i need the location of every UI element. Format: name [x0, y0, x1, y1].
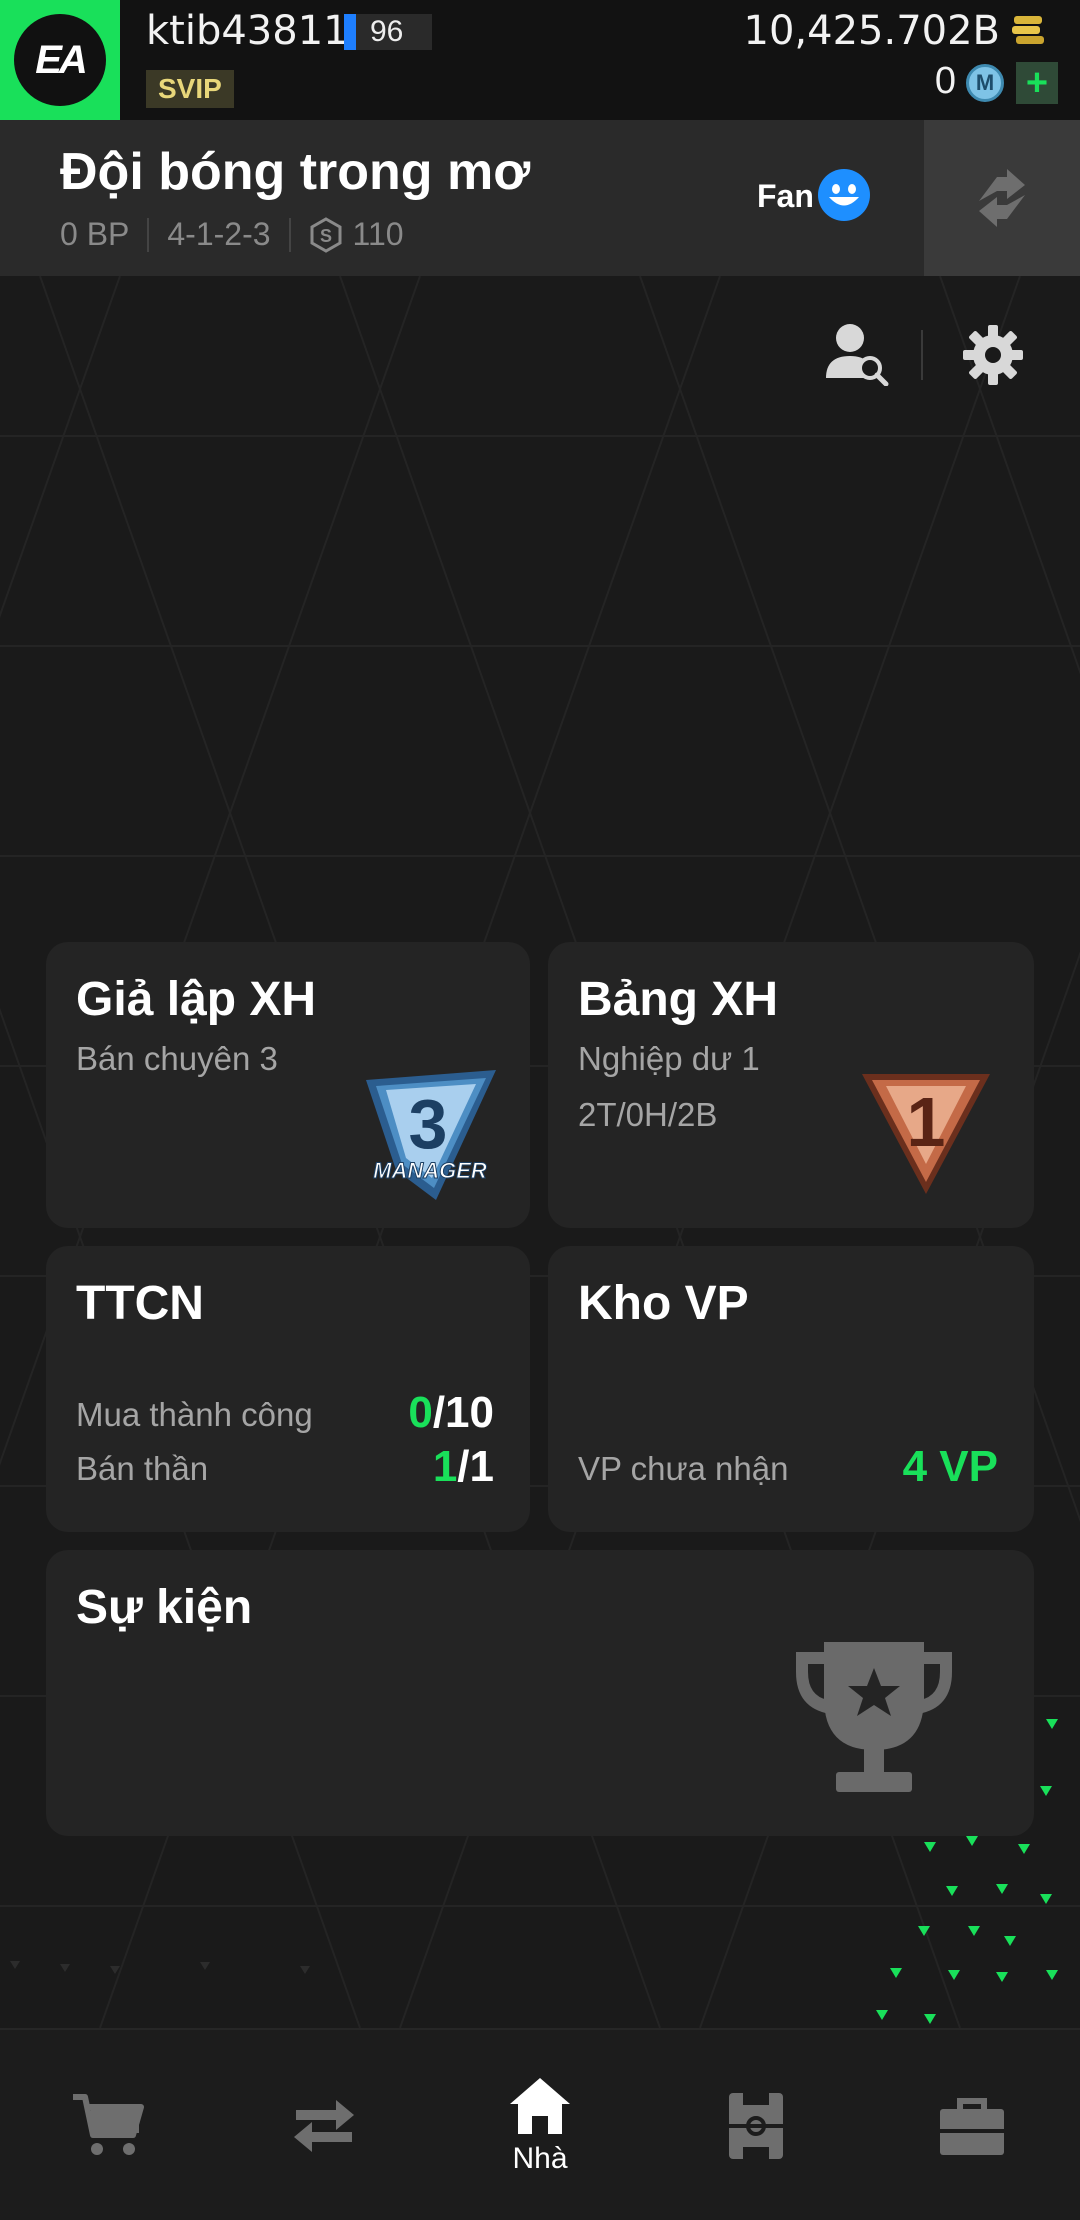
coin-stack-icon [1012, 16, 1044, 44]
match-record: 2T/0H/2B [578, 1096, 718, 1133]
nav-home-label: Nhà [512, 2142, 568, 2175]
sync-button[interactable] [924, 120, 1080, 276]
unclaimed-value: 4 VP [902, 1442, 998, 1491]
home-icon [510, 2078, 570, 2134]
username[interactable]: ktib43811 [146, 8, 349, 54]
team-header[interactable]: Đội bóng trong mơ 0 BP 4-1-2-3 S 110 Fan [0, 120, 1080, 276]
fan-label: Fan [757, 178, 814, 214]
tool-divider [921, 330, 923, 380]
leaderboard-card[interactable]: Bảng XH Nghiệp dư 1 2T/0H/2B 1 [548, 942, 1034, 1228]
nav-bag[interactable] [864, 2030, 1080, 2220]
team-bp: 0 BP [60, 216, 130, 252]
buy-success-value: 0/10 [408, 1388, 494, 1437]
unclaimed-label: VP chưa nhận [578, 1450, 789, 1487]
bottom-nav: Nhà [0, 2028, 1080, 2220]
buy-success-label: Mua thành công [76, 1396, 313, 1433]
smiley-icon[interactable] [817, 168, 871, 222]
pitch-icon [729, 2093, 783, 2159]
mc-balance: 0 [934, 60, 956, 102]
card-title: Giả lập XH [76, 973, 317, 1026]
team-formation: 4-1-2-3 [167, 216, 271, 252]
storage-card[interactable]: Kho VP VP chưa nhận 4 VP [548, 1246, 1034, 1532]
level-number: 96 [370, 15, 404, 48]
manager-rank-badge: 3 MANAGER [366, 1070, 496, 1200]
top-bar: EA ktib43811 96 SVIP 10,425.702B 0 M + [0, 0, 1080, 120]
card-tier: Bán chuyên 3 [76, 1040, 278, 1077]
transfer-icon [294, 2100, 354, 2152]
svg-text:MANAGER: MANAGER [373, 1158, 487, 1183]
add-currency-button[interactable]: + [1016, 62, 1058, 104]
card-title: Kho VP [578, 1277, 749, 1330]
events-card[interactable]: Sự kiện [46, 1550, 1034, 1836]
nav-shop[interactable] [0, 2030, 216, 2220]
card-title: Sự kiện [76, 1581, 253, 1634]
coin-balance: 10,425.702B [743, 8, 1000, 54]
divider [288, 217, 291, 252]
team-score: 110 [352, 216, 404, 252]
svg-text:3: 3 [409, 1085, 448, 1163]
level-bar [344, 14, 356, 50]
mc-coin-icon: M [966, 64, 1004, 102]
svg-text:S: S [320, 226, 332, 246]
card-tier: Nghiệp dư 1 [578, 1040, 760, 1077]
s-badge-icon: S [309, 216, 343, 253]
rank-one-badge: 1 [862, 1074, 990, 1194]
svg-text:1: 1 [907, 1083, 946, 1161]
card-title: Bảng XH [578, 973, 779, 1026]
divider [147, 217, 150, 252]
sync-icon [979, 169, 1025, 227]
sell-value: 1/1 [432, 1442, 494, 1491]
sell-label: Bán thần [76, 1450, 209, 1487]
nav-transfer[interactable] [216, 2030, 432, 2220]
user-search-icon[interactable] [824, 320, 890, 386]
rank-simulation-card[interactable]: Giả lập XH Bán chuyên 3 3 MANAGER [46, 942, 530, 1228]
gear-icon[interactable] [962, 324, 1024, 386]
team-meta: 0 BP 4-1-2-3 S 110 [60, 216, 404, 253]
ttcn-card[interactable]: TTCN Mua thành công 0/10 Bán thần 1/1 [46, 1246, 530, 1532]
trophy-icon [796, 1642, 952, 1792]
vip-badge[interactable]: SVIP [146, 70, 234, 108]
card-title: TTCN [76, 1277, 204, 1330]
ea-logo: EA [14, 14, 106, 106]
nav-squad[interactable] [648, 2030, 864, 2220]
level-indicator: 96 [344, 14, 432, 50]
cart-icon [73, 2094, 144, 2155]
ea-logo-button[interactable]: EA [0, 0, 120, 120]
team-name: Đội bóng trong mơ [60, 143, 531, 201]
bag-icon [940, 2098, 1004, 2155]
nav-home[interactable]: Nhà [432, 2030, 648, 2220]
